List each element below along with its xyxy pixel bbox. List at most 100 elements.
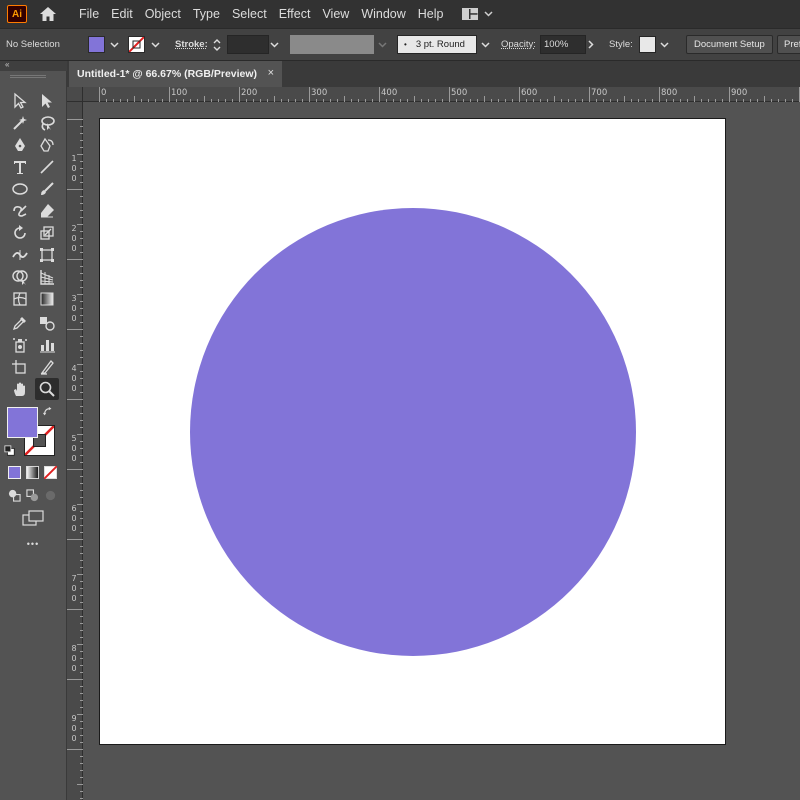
opacity-label[interactable]: Opacity: [501, 39, 536, 50]
purple-circle-shape[interactable] [190, 208, 636, 656]
draw-behind-icon[interactable] [24, 487, 40, 503]
canvas-area[interactable] [84, 103, 800, 800]
direct-selection-tool-icon[interactable] [35, 90, 59, 112]
color-mode-icon[interactable] [6, 464, 22, 480]
hand-tool-icon[interactable] [8, 378, 32, 400]
artboard[interactable] [99, 118, 726, 745]
perspective-grid-tool-icon[interactable] [35, 266, 59, 288]
ruler-label: 6 0 0 [71, 504, 77, 533]
workspace-switcher[interactable] [461, 8, 493, 20]
workspace-grid-icon [461, 8, 478, 20]
shape-builder-tool-icon[interactable] [8, 266, 32, 288]
ellipse-tool-icon[interactable] [8, 178, 32, 200]
gradient-tool-icon[interactable] [35, 288, 59, 310]
free-transform-tool-icon[interactable] [35, 244, 59, 266]
fill-color-swatch[interactable] [88, 36, 105, 53]
ruler-label: 400 [381, 88, 398, 98]
menu-window[interactable]: Window [355, 0, 411, 28]
document-tab-title: Untitled-1* @ 66.67% (RGB/Preview) [77, 68, 258, 80]
eraser-tool-icon[interactable] [35, 200, 59, 222]
horizontal-ruler[interactable]: 0 100 200 300 400 500 600 700 800 900 [67, 87, 800, 102]
ruler-label: 2 0 0 [71, 224, 77, 253]
slice-tool-icon[interactable] [35, 356, 59, 378]
menu-help[interactable]: Help [412, 0, 450, 28]
collapse-panel-icon[interactable]: « [5, 60, 9, 69]
chevron-down-icon[interactable] [151, 41, 160, 48]
draw-inside-icon[interactable] [42, 487, 58, 503]
lasso-tool-icon[interactable] [35, 112, 59, 134]
menu-select[interactable]: Select [226, 0, 273, 28]
menu-effect[interactable]: Effect [273, 0, 317, 28]
ruler-label: 700 [591, 88, 608, 98]
chevron-right-icon[interactable] [588, 40, 594, 49]
width-tool-icon[interactable] [8, 244, 32, 266]
ruler-label: 1 0 0 [71, 154, 77, 183]
selection-status: No Selection [6, 39, 60, 50]
close-icon[interactable]: × [268, 67, 274, 79]
tools-panel-header: « [0, 60, 67, 71]
edit-toolbar-icon[interactable]: ••• [21, 536, 45, 552]
menu-edit[interactable]: Edit [105, 0, 139, 28]
magic-wand-tool-icon[interactable] [8, 112, 32, 134]
default-fill-stroke-icon[interactable] [3, 444, 17, 458]
menu-bar: Ai File Edit Object Type Select Effect V… [0, 0, 800, 28]
brush-definition[interactable]: • 3 pt. Round [397, 35, 477, 54]
selection-tool-icon[interactable] [8, 90, 32, 112]
swap-fill-stroke-icon[interactable] [41, 405, 55, 419]
zoom-tool-icon[interactable] [35, 378, 59, 400]
menu-object[interactable]: Object [139, 0, 187, 28]
ruler-label: 3 0 0 [71, 294, 77, 323]
artboard-tool-icon[interactable] [8, 356, 32, 378]
panel-grip[interactable] [10, 75, 46, 78]
draw-normal-icon[interactable] [6, 487, 22, 503]
line-segment-tool-icon[interactable] [35, 156, 59, 178]
chevron-down-icon[interactable] [660, 41, 669, 48]
pen-tool-icon[interactable] [8, 134, 32, 156]
fill-color-swatch-large[interactable] [7, 407, 38, 438]
ruler-label: 4 0 0 [71, 364, 77, 393]
none-mode-icon[interactable] [42, 464, 58, 480]
stroke-color-swatch[interactable] [128, 36, 145, 53]
mesh-tool-icon[interactable] [8, 288, 32, 310]
blend-tool-icon[interactable] [35, 312, 59, 334]
menu-view[interactable]: View [316, 0, 355, 28]
vertical-ruler[interactable]: 1 0 0 2 0 0 3 0 0 4 0 0 5 0 0 6 0 0 7 0 … [67, 102, 83, 800]
document-tab[interactable]: Untitled-1* @ 66.67% (RGB/Preview) × [69, 61, 282, 87]
type-tool-icon[interactable] [8, 156, 32, 178]
eyedropper-tool-icon[interactable] [8, 312, 32, 334]
column-graph-tool-icon[interactable] [35, 334, 59, 356]
home-icon[interactable] [37, 3, 59, 25]
menu-type[interactable]: Type [187, 0, 226, 28]
rotate-tool-icon[interactable] [8, 222, 32, 244]
chevron-down-icon[interactable] [110, 41, 119, 48]
scale-tool-icon[interactable] [35, 222, 59, 244]
menu-file[interactable]: File [73, 0, 105, 28]
chevron-down-icon[interactable] [378, 41, 387, 48]
style-label: Style: [609, 39, 633, 50]
opacity-input[interactable]: 100% [540, 35, 586, 54]
chevron-down-icon[interactable] [270, 41, 279, 48]
ruler-label: 5 0 0 [71, 434, 77, 463]
symbol-sprayer-tool-icon[interactable] [8, 334, 32, 356]
stroke-label[interactable]: Stroke: [175, 39, 208, 50]
paintbrush-tool-icon[interactable] [35, 178, 59, 200]
variable-width-profile[interactable] [290, 35, 374, 54]
chevron-down-icon[interactable] [481, 41, 490, 48]
curvature-tool-icon[interactable] [35, 134, 59, 156]
graphic-style-swatch[interactable] [639, 36, 656, 53]
stroke-weight-stepper-icon[interactable] [212, 37, 222, 53]
shaper-tool-icon[interactable] [8, 200, 32, 222]
preferences-button[interactable]: Pref [777, 35, 800, 54]
stroke-weight-input[interactable] [227, 35, 269, 54]
document-setup-button[interactable]: Document Setup [686, 35, 773, 54]
ruler-label: 7 0 0 [71, 574, 77, 603]
ruler-origin[interactable] [67, 87, 83, 102]
ruler-label: 300 [311, 88, 328, 98]
ruler-label: 8 0 0 [71, 644, 77, 673]
app-logo: Ai [7, 5, 27, 23]
gradient-mode-icon[interactable] [24, 464, 40, 480]
ruler-label: 600 [521, 88, 538, 98]
screen-mode-icon[interactable] [21, 509, 45, 527]
ruler-label: 900 [731, 88, 748, 98]
document-tab-bar: Untitled-1* @ 66.67% (RGB/Preview) × [67, 61, 800, 87]
